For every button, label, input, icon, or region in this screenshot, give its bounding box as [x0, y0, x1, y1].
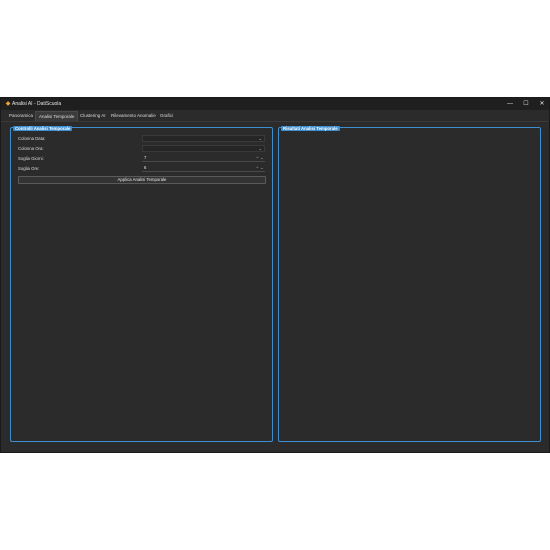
results-panel-title: Risultati Analisi Temporale	[281, 126, 340, 131]
title-bar[interactable]: ◆ Analisi AI - DatiScuola — ☐ ✕	[1, 98, 549, 110]
controls-panel-title: Controlli Analisi Temporale	[13, 126, 73, 131]
chevron-down-icon: ⌄	[258, 146, 262, 151]
soglia-giorni-label: Soglia Giorni:	[18, 156, 44, 161]
maximize-button[interactable]: ☐	[518, 98, 534, 110]
spin-arrows-icon[interactable]: ^ ⌄	[256, 165, 264, 171]
results-panel: Risultati Analisi Temporale	[278, 126, 541, 442]
colonna-data-label: Colonna Data:	[18, 136, 46, 141]
apply-button[interactable]: Applica Analisi Temporale	[18, 176, 266, 184]
chevron-down-icon: ⌄	[258, 136, 262, 141]
tab-grafici[interactable]: Grafici	[157, 112, 176, 120]
soglia-ore-spinbox[interactable]: 6 ^ ⌄	[142, 165, 265, 172]
colonna-data-select[interactable]: ⌄	[142, 135, 265, 142]
spin-arrows-icon[interactable]: ^ ⌄	[256, 155, 264, 161]
minimize-button[interactable]: —	[502, 98, 518, 110]
tab-panoramica[interactable]: Panoramica	[6, 112, 36, 120]
app-icon: ◆	[5, 101, 11, 107]
soglia-giorni-spinbox[interactable]: 7 ^ ⌄	[142, 155, 265, 162]
close-button[interactable]: ✕	[534, 98, 550, 110]
main-window: ◆ Analisi AI - DatiScuola — ☐ ✕ Panorami…	[0, 97, 550, 453]
controls-panel: Controlli Analisi Temporale Colonna Data…	[10, 126, 273, 442]
colonna-ora-select[interactable]: ⌄	[142, 145, 265, 152]
soglia-giorni-value: 7	[144, 155, 147, 160]
soglia-ore-value: 6	[144, 165, 147, 170]
tab-clustering-ai[interactable]: Clustering AI	[77, 112, 109, 120]
tab-analisi-temporale[interactable]: Analisi Temporale	[35, 111, 79, 121]
colonna-ora-label: Colonna Ora:	[18, 146, 44, 151]
tab-bar: Panoramica Analisi Temporale Clustering …	[1, 111, 549, 122]
soglia-ore-label: Soglia Ore:	[18, 166, 40, 171]
window-title: Analisi AI - DatiScuola	[12, 101, 62, 107]
tab-rilevamento-anomalie[interactable]: Rilevamento Anomalie	[108, 112, 159, 120]
